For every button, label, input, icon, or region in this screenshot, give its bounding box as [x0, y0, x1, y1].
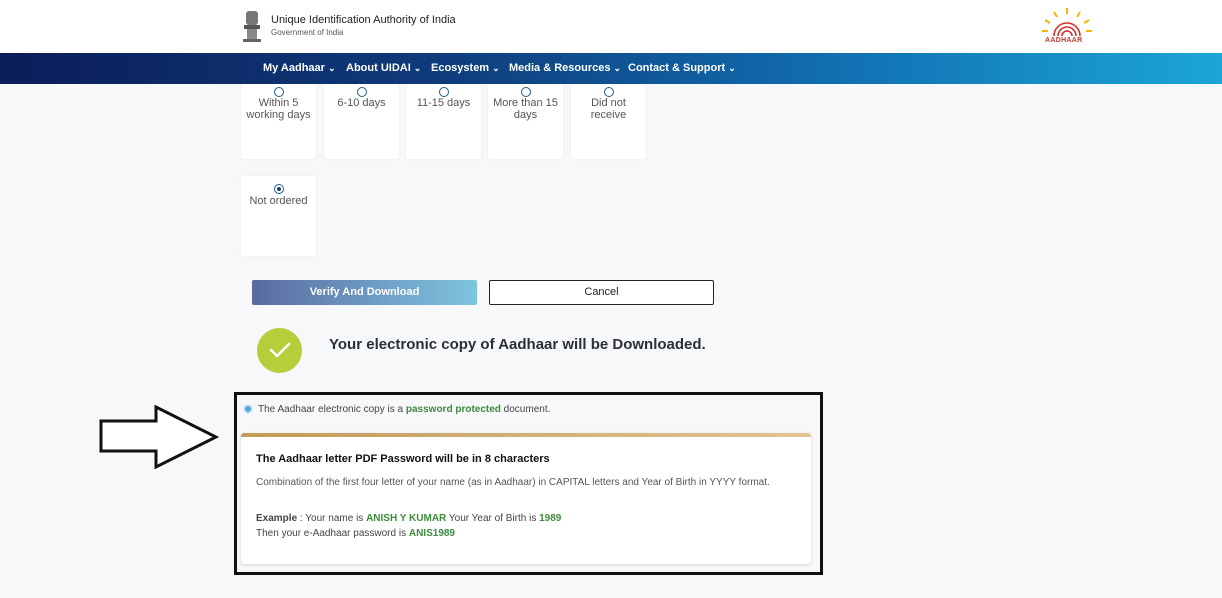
nav-item-my-aadhaar[interactable]: My Aadhaar ⌄: [263, 62, 336, 74]
chevron-down-icon: ⌄: [327, 63, 336, 73]
card-accent-bar: [241, 433, 811, 437]
password-info-line: The Aadhaar electronic copy is a passwor…: [258, 404, 551, 415]
option-11-15-days[interactable]: 11-15 days: [406, 84, 481, 159]
option-not-ordered[interactable]: Not ordered: [241, 176, 316, 256]
logo-text: AADHAAR: [1045, 37, 1083, 44]
verify-and-download-button[interactable]: Verify And Download: [252, 280, 477, 305]
chevron-down-icon: ⌄: [413, 63, 422, 73]
radio-button[interactable]: [603, 87, 614, 97]
radio-button[interactable]: [273, 87, 284, 97]
chevron-down-icon: ⌄: [613, 63, 622, 73]
radio-button-selected[interactable]: [273, 184, 284, 194]
nav-item-ecosystem[interactable]: Ecosystem ⌄: [431, 62, 500, 74]
success-check-icon: [257, 328, 302, 373]
cancel-button[interactable]: Cancel: [489, 280, 714, 305]
main-nav: My Aadhaar ⌄ About UIDAI ⌄ Ecosystem ⌄ Medi…: [0, 53, 1222, 84]
password-result: Then your e-Aadhaar password is ANIS1989: [256, 528, 455, 539]
national-emblem-icon: [243, 11, 261, 42]
password-example: Example : Your name is ANISH Y KUMAR You…: [256, 513, 562, 524]
password-card-heading: The Aadhaar letter PDF Password will be …: [256, 453, 550, 465]
option-did-not-receive[interactable]: Did not receive: [571, 84, 646, 159]
password-card-body: Combination of the first four letter of …: [256, 477, 770, 488]
org-title: Unique Identification Authority of India: [271, 14, 456, 26]
org-subtitle: Government of India: [271, 28, 344, 37]
radio-button[interactable]: [520, 87, 531, 97]
chevron-down-icon: ⌄: [492, 63, 500, 73]
success-message: Your electronic copy of Aadhaar will be …: [329, 336, 706, 353]
radio-button[interactable]: [356, 87, 367, 97]
password-info-card: The Aadhaar letter PDF Password will be …: [241, 433, 811, 564]
right-arrow-icon: [99, 405, 219, 470]
nav-item-about-uidai[interactable]: About UIDAI ⌄: [346, 62, 421, 74]
option-within-5-days[interactable]: Within 5 working days: [241, 84, 316, 159]
info-dot-icon: [243, 404, 253, 414]
site-header: Unique Identification Authority of India…: [0, 0, 1222, 53]
check-icon: [269, 342, 291, 358]
chevron-down-icon: ⌄: [728, 63, 736, 73]
option-more-than-15-days[interactable]: More than 15 days: [488, 84, 563, 159]
nav-item-contact-support[interactable]: Contact & Support ⌄: [628, 62, 736, 74]
option-6-10-days[interactable]: 6-10 days: [324, 84, 399, 159]
nav-item-media-resources[interactable]: Media & Resources ⌄: [509, 62, 621, 74]
radio-button[interactable]: [438, 87, 449, 97]
